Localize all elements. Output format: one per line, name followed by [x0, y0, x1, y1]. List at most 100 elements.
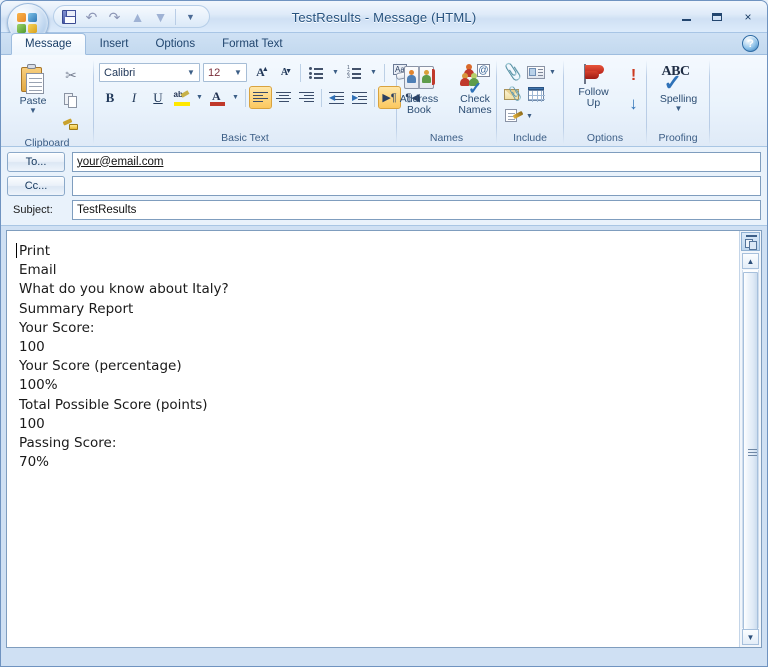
scroll-down-button[interactable]: ▼ [742, 629, 759, 645]
customize-qat-icon[interactable]: ▼ [180, 7, 201, 26]
align-left-button[interactable] [249, 86, 272, 109]
group-label-clipboard: Clipboard [24, 137, 70, 149]
spelling-button[interactable]: ABC ✓ Spelling ▼ [652, 62, 706, 113]
previous-item-icon[interactable]: ▲ [127, 7, 148, 26]
paintbrush-icon [62, 118, 79, 132]
grow-font-button[interactable]: A ▲ [250, 62, 271, 83]
subject-row: Subject: TestResults [7, 199, 761, 220]
font-color-button[interactable]: A [207, 87, 228, 108]
font-size-input[interactable]: 12 ▼ [203, 63, 247, 82]
exclamation-icon: ! [630, 67, 637, 84]
subject-label: Subject: [13, 203, 53, 216]
increase-indent-icon: ▶ [352, 91, 367, 105]
signature-icon [504, 109, 523, 123]
attach-item-button[interactable]: 📎 [502, 83, 524, 105]
paste-button[interactable]: Paste ▼ [6, 62, 60, 115]
cut-button[interactable]: ✂ [60, 64, 82, 86]
grow-font-icon: A ▲ [256, 65, 269, 79]
underline-button[interactable]: U [147, 87, 169, 108]
tab-insert[interactable]: Insert [87, 33, 142, 54]
font-name-value: Calibri [104, 66, 136, 79]
tab-options[interactable]: Options [142, 33, 208, 54]
paperclip-icon: 📎 [502, 62, 524, 83]
align-center-button[interactable] [273, 87, 294, 108]
numbering-button[interactable]: 1 2 3 [344, 62, 365, 83]
to-button[interactable]: To... [7, 151, 65, 172]
copy-button[interactable] [60, 89, 82, 111]
down-arrow-icon: ↓ [629, 94, 638, 113]
scrollbar-track[interactable] [742, 270, 759, 632]
redo-icon[interactable]: ↷ [104, 7, 125, 26]
shrink-font-button[interactable]: A ▼ [274, 62, 295, 83]
align-right-button[interactable] [296, 87, 317, 108]
check-names-label-2: Names [458, 104, 492, 116]
body-line: 100 [19, 415, 45, 432]
body-line: Passing Score: [19, 435, 117, 452]
cc-input[interactable] [72, 175, 761, 196]
font-color-dropdown-icon[interactable]: ▼ [230, 87, 241, 108]
shrink-font-icon: A ▼ [280, 67, 293, 78]
low-importance-button[interactable]: ↓ [623, 93, 645, 115]
follow-up-button[interactable]: Follow Up [567, 61, 621, 109]
bullets-dropdown-icon[interactable]: ▼ [330, 62, 341, 83]
bullets-button[interactable] [306, 62, 327, 83]
check-names-button[interactable]: @ ✓ Check Names [448, 62, 502, 116]
maximize-button[interactable] [704, 8, 730, 26]
signature-dropdown-icon[interactable]: ▼ [525, 105, 534, 127]
highlight-dropdown-icon[interactable]: ▼ [194, 87, 205, 108]
scrollbar-grip-icon [748, 449, 757, 458]
office-logo-icon [17, 13, 39, 35]
save-icon[interactable] [58, 7, 79, 26]
tab-message[interactable]: Message [11, 33, 86, 55]
italic-button[interactable]: I [123, 87, 145, 108]
address-book-label-2: Book [407, 104, 431, 116]
business-card-icon [527, 65, 545, 79]
ribbon-toggle-icon[interactable] [741, 232, 760, 251]
tab-format-text[interactable]: Format Text [209, 33, 296, 54]
scroll-up-button[interactable]: ▲ [742, 253, 759, 269]
message-body-input[interactable]: Print Email What do you know about Italy? S… [7, 231, 739, 647]
message-body-area: Print Email What do you know about Italy? S… [6, 230, 762, 648]
undo-icon[interactable]: ↶ [81, 7, 102, 26]
decrease-indent-button[interactable]: ◀ [326, 87, 347, 108]
font-size-dropdown-icon[interactable]: ▼ [232, 68, 244, 77]
minimize-button[interactable] [673, 8, 699, 26]
font-name-dropdown-icon[interactable]: ▼ [185, 68, 197, 77]
signature-button[interactable] [502, 105, 524, 127]
group-label-include: Include [513, 132, 547, 144]
attach-file-button[interactable]: 📎 [502, 61, 524, 83]
body-line: What do you know about Italy? [19, 281, 229, 298]
ribbon-group-include: 📎 ▼ 📎 ▼ Include [497, 57, 563, 146]
next-item-icon[interactable]: ▼ [150, 7, 171, 26]
numbering-dropdown-icon[interactable]: ▼ [368, 62, 379, 83]
bold-button[interactable]: B [99, 87, 121, 108]
font-name-input[interactable]: Calibri ▼ [99, 63, 200, 82]
scrollbar-thumb[interactable] [743, 272, 758, 632]
text-highlight-color-button[interactable]: ab [171, 87, 192, 108]
business-card-button[interactable] [525, 61, 547, 83]
title-bar: ↶ ↷ ▲ ▼ ▼ TestResults - Message (HTML) × [1, 1, 767, 43]
business-card-dropdown-icon[interactable]: ▼ [548, 61, 557, 83]
subject-input[interactable]: TestResults [72, 199, 761, 220]
calendar-button[interactable] [525, 83, 547, 105]
font-color-icon: A [210, 89, 225, 106]
decrease-indent-icon: ◀ [329, 91, 344, 105]
body-line: Print [16, 242, 733, 261]
ribbon-group-clipboard: Paste ▼ ✂ Clipboard [1, 57, 93, 149]
high-importance-button[interactable]: ! [623, 65, 645, 87]
divider [175, 8, 176, 25]
group-label-names: Names [429, 132, 464, 144]
cc-button[interactable]: Cc... [7, 175, 65, 196]
numbering-icon: 1 2 3 [347, 66, 362, 80]
increase-indent-button[interactable]: ▶ [349, 87, 370, 108]
divider [709, 60, 710, 144]
body-line: 70% [19, 454, 50, 471]
help-icon[interactable]: ? [742, 35, 759, 52]
ribbon-tabs: Message Insert Options Format Text ? [1, 33, 767, 55]
body-line: 100% [19, 377, 58, 394]
format-painter-button[interactable] [60, 114, 82, 136]
message-header-fields: To... your@email.com Cc... Subject: Test… [1, 147, 767, 226]
close-button[interactable]: × [735, 8, 761, 26]
to-input[interactable]: your@email.com [72, 151, 761, 172]
address-book-button[interactable]: Address Book [392, 62, 446, 116]
